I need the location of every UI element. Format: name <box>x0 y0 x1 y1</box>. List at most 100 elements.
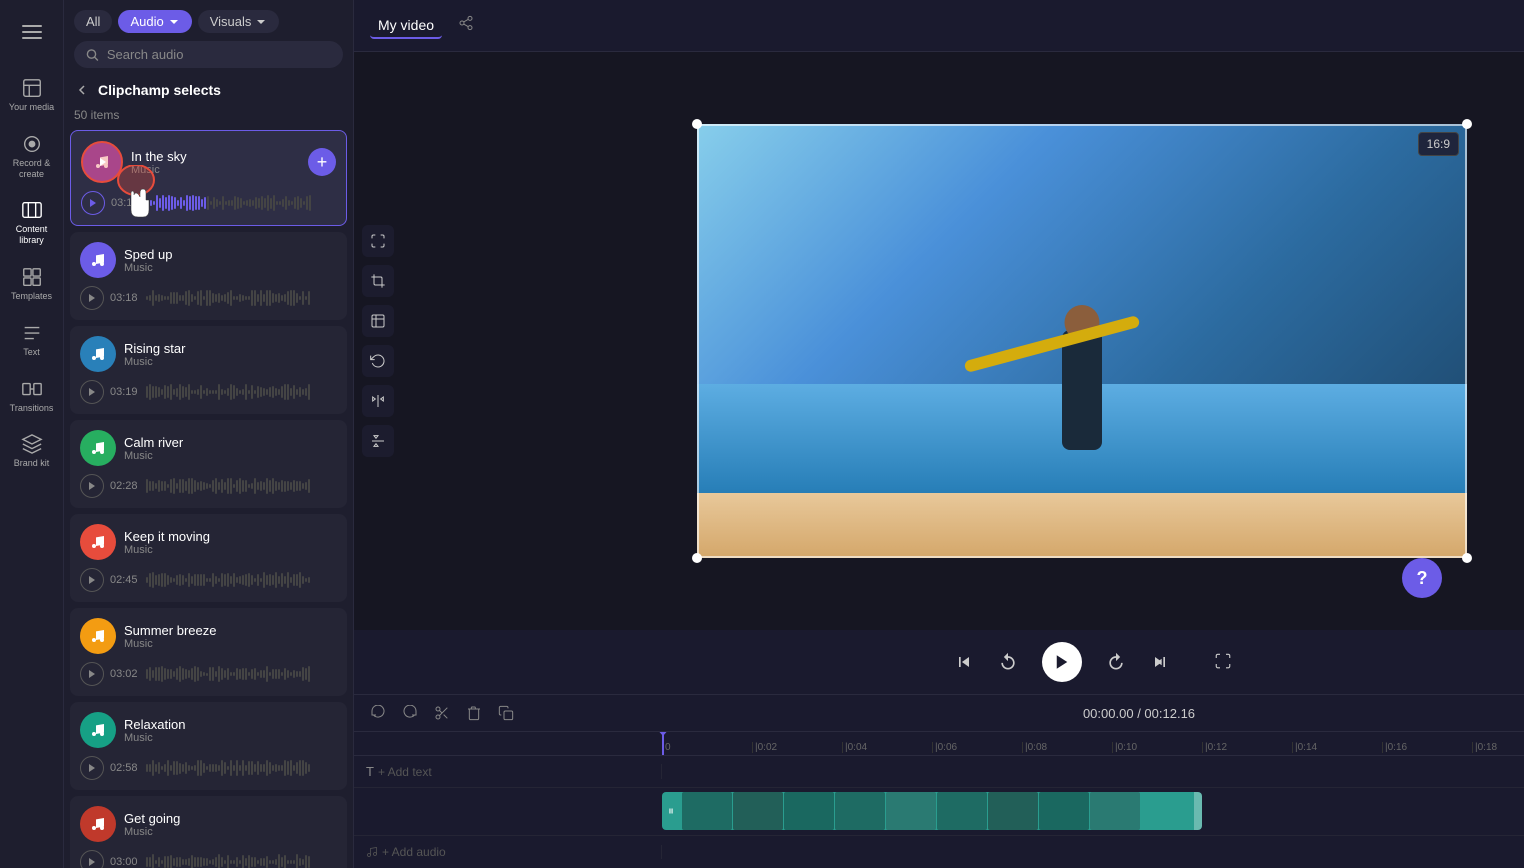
audio-item-4[interactable]: Calm river Music 02:28 <box>70 420 347 508</box>
sidebar-item-text[interactable]: Text <box>4 314 60 366</box>
fullscreen-tool-btn[interactable] <box>362 225 394 257</box>
skip-start-btn[interactable] <box>954 652 974 672</box>
redo-btn[interactable] <box>398 701 422 725</box>
play-btn-7[interactable] <box>80 756 104 780</box>
add-audio-row: + Add audio <box>354 836 1524 868</box>
sidebar-item-brand-kit[interactable]: Brand kit <box>4 425 60 477</box>
audio-title-3: Rising star <box>124 341 337 356</box>
timeline-area: 00:00.00 / 00:12.16 0 |0:02 <box>354 694 1524 868</box>
add-audio-1-btn[interactable]: + <box>308 148 336 176</box>
ruler-mark-18: |0:18 <box>1472 742 1524 753</box>
waveform-5 <box>146 571 337 589</box>
play-btn-5[interactable] <box>80 568 104 592</box>
play-btn-4[interactable] <box>80 474 104 498</box>
sidebar-item-templates[interactable]: Templates <box>4 258 60 310</box>
avatar-5 <box>80 524 116 560</box>
filter-all-btn[interactable]: All <box>74 10 112 33</box>
audio-item-3[interactable]: Rising star Music 03:19 <box>70 326 347 414</box>
back-navigation[interactable]: Clipchamp selects <box>64 76 353 104</box>
play-pause-btn[interactable] <box>1042 642 1082 682</box>
corner-handle-bl[interactable] <box>692 553 702 563</box>
filter-visuals-btn[interactable]: Visuals <box>198 10 280 33</box>
sidebar-item-your-media[interactable]: Your media <box>4 69 60 121</box>
top-bar: My video Export <box>354 0 1524 52</box>
audio-title-7: Relaxation <box>124 717 337 732</box>
audio-type-5: Music <box>124 544 337 556</box>
audio-type-4: Music <box>124 450 337 462</box>
sidebar: Your media Record & create Content libra… <box>0 0 64 868</box>
audio-type-7: Music <box>124 732 337 744</box>
aspect-ratio-badge[interactable]: 16:9 <box>1418 132 1459 156</box>
audio-type-1: Music <box>131 164 300 176</box>
timeline-time-display: 00:00.00 / 00:12.16 <box>526 706 1524 721</box>
waveform-7 <box>146 759 337 777</box>
duration-1: 03:18 <box>111 197 141 209</box>
crop-tool-btn[interactable] <box>362 265 394 297</box>
corner-handle-tl[interactable] <box>692 119 702 129</box>
add-audio-btn[interactable]: + Add audio <box>354 845 662 859</box>
filter-audio-btn[interactable]: Audio <box>118 10 191 33</box>
corner-handle-br[interactable] <box>1462 553 1472 563</box>
music-icon <box>366 846 378 858</box>
audio-item-5[interactable]: Keep it moving Music 02:45 <box>70 514 347 602</box>
share-icon[interactable] <box>458 15 474 36</box>
expand-btn[interactable] <box>1214 652 1232 673</box>
sidebar-item-record-create[interactable]: Record & create <box>4 125 60 188</box>
video-track-row: ⏸ <box>354 788 1524 836</box>
play-btn-2[interactable] <box>80 286 104 310</box>
waveform-6 <box>146 665 337 683</box>
add-text-btn[interactable]: T + Add text <box>354 764 662 779</box>
avatar-2 <box>80 242 116 278</box>
play-btn-3[interactable] <box>80 380 104 404</box>
audio-item-8[interactable]: Get going Music 03:00 <box>70 796 347 868</box>
duration-3: 03:19 <box>110 386 140 398</box>
ruler-mark-2: |0:02 <box>752 742 842 753</box>
sidebar-item-content-library[interactable]: Content library <box>4 191 60 254</box>
play-btn-1[interactable] <box>81 191 105 215</box>
ruler-mark-8: |0:08 <box>1022 742 1112 753</box>
duration-7: 02:58 <box>110 762 140 774</box>
audio-item-6[interactable]: Summer breeze Music 03:02 <box>70 608 347 696</box>
sidebar-item-transitions[interactable]: Transitions <box>4 370 60 422</box>
search-input[interactable] <box>107 47 331 62</box>
video-track-content: ⏸ <box>662 788 1524 835</box>
hamburger-menu[interactable] <box>12 12 52 57</box>
skip-end-btn[interactable] <box>1150 652 1170 672</box>
undo-btn[interactable] <box>366 701 390 725</box>
audio-item-1[interactable]: In the sky Music + 03:18 <box>70 130 347 226</box>
timeline-tracks: T + Add text ⏸ <box>354 756 1524 868</box>
tab-my-video[interactable]: My video <box>370 13 442 39</box>
audio-panel: All Audio Visuals Clipchamp selects 50 i… <box>64 0 354 868</box>
corner-handle-tr[interactable] <box>1462 119 1472 129</box>
duplicate-btn[interactable] <box>494 701 518 725</box>
flip-v-tool-btn[interactable] <box>362 425 394 457</box>
resize-tool-btn[interactable] <box>362 305 394 337</box>
clip-pause-icon: ⏸ <box>668 804 674 819</box>
rotate-tool-btn[interactable] <box>362 345 394 377</box>
audio-item-7[interactable]: Relaxation Music 02:58 <box>70 702 347 790</box>
duration-5: 02:45 <box>110 574 140 586</box>
audio-item-2[interactable]: Sped up Music 03:18 <box>70 232 347 320</box>
forward-btn[interactable] <box>1106 652 1126 672</box>
video-canvas[interactable]: 16:9 <box>697 124 1467 558</box>
play-btn-6[interactable] <box>80 662 104 686</box>
playback-controls <box>354 630 1524 694</box>
ruler-marks: 0 |0:02 |0:04 |0:06 |0:08 |0:10 |0:12 |0… <box>662 742 1524 753</box>
timeline-playhead[interactable] <box>662 732 664 755</box>
play-btn-8[interactable] <box>80 850 104 868</box>
delete-btn[interactable] <box>462 701 486 725</box>
search-bar[interactable] <box>74 41 343 68</box>
clip-end-handle[interactable] <box>1194 792 1202 830</box>
cut-btn[interactable] <box>430 701 454 725</box>
waveform-2 <box>146 289 337 307</box>
video-clip[interactable]: ⏸ <box>662 792 1202 830</box>
avatar-7 <box>80 712 116 748</box>
audio-title-8: Get going <box>124 811 337 826</box>
help-button[interactable]: ? <box>1402 558 1442 598</box>
duration-4: 02:28 <box>110 480 140 492</box>
waveform-1 <box>147 194 336 212</box>
duration-2: 03:18 <box>110 292 140 304</box>
timeline-ruler: 0 |0:02 |0:04 |0:06 |0:08 |0:10 |0:12 |0… <box>354 732 1524 756</box>
rewind-btn[interactable] <box>998 652 1018 672</box>
flip-h-tool-btn[interactable] <box>362 385 394 417</box>
